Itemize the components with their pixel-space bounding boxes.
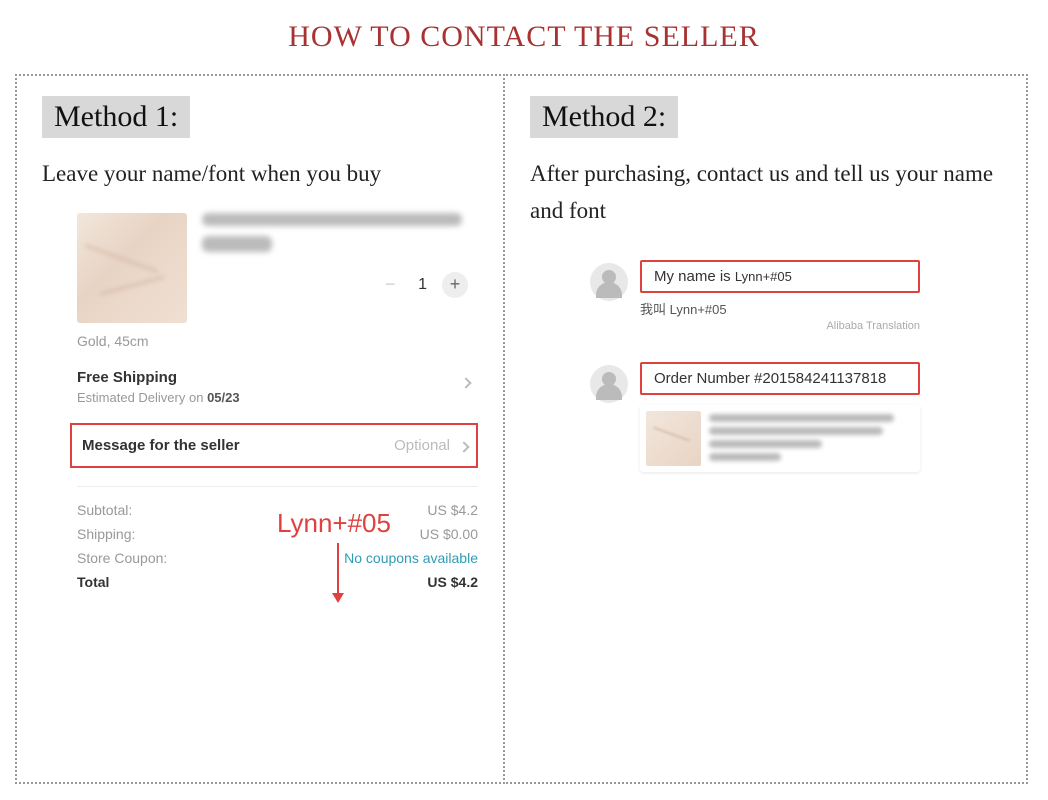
chat-message-2: Order Number #201584241137818 [590, 362, 1001, 472]
product-title-blur [202, 213, 462, 226]
chat-bubble-2: Order Number #201584241137818 [640, 362, 920, 395]
total-row: TotalUS $4.2 [77, 574, 478, 590]
message-label: Message for the seller [82, 437, 240, 454]
method2-label: Method 2: [530, 96, 678, 138]
qty-minus-button[interactable]: − [377, 272, 403, 298]
method1-panel: Method 1: Leave your name/font when you … [15, 74, 505, 784]
method1-label: Method 1: [42, 96, 190, 138]
chat-message-1: My name is Lynn+#05 我叫 Lynn+#05 Alibaba … [590, 260, 1001, 332]
shipping-estimate: Estimated Delivery on 05/23 [77, 390, 478, 405]
method2-panel: Method 2: After purchasing, contact us a… [503, 74, 1028, 784]
avatar-icon [590, 263, 628, 301]
message-for-seller-row[interactable]: Message for the seller Optional [70, 423, 478, 468]
shipping-title: Free Shipping [77, 369, 478, 386]
qty-plus-button[interactable]: + [442, 272, 468, 298]
product-image [77, 213, 187, 323]
chat-bubble-1: My name is Lynn+#05 [640, 260, 920, 293]
order-card [640, 405, 920, 472]
qty-value: 1 [418, 276, 427, 294]
panels: Method 1: Leave your name/font when you … [15, 74, 1033, 784]
order-text-blur [709, 411, 914, 466]
annotation-text: Lynn+#05 [277, 508, 391, 539]
chat-translation: 我叫 Lynn+#05 [640, 299, 920, 318]
product-info: − 1 + [202, 213, 478, 298]
page-title: HOW TO CONTACT THE SELLER [15, 20, 1033, 54]
method1-desc: Leave your name/font when you buy [42, 156, 478, 193]
coupon-row: Store Coupon:No coupons available [77, 550, 478, 566]
translation-source: Alibaba Translation [640, 320, 920, 332]
product-price-blur [202, 236, 272, 252]
divider [77, 486, 478, 487]
chevron-right-icon [458, 441, 469, 452]
totals-block: Subtotal:US $4.2 Shipping:US $0.00 Store… [42, 502, 478, 590]
arrow-down-icon [337, 543, 339, 598]
product-row: − 1 + [42, 213, 478, 323]
avatar-icon [590, 365, 628, 403]
product-variant: Gold, 45cm [42, 333, 478, 349]
method2-desc: After purchasing, contact us and tell us… [530, 156, 1001, 230]
chat-block: My name is Lynn+#05 我叫 Lynn+#05 Alibaba … [530, 260, 1001, 472]
order-thumbnail [646, 411, 701, 466]
shipping-block[interactable]: Free Shipping Estimated Delivery on 05/2… [42, 369, 478, 405]
message-placeholder: Optional [394, 437, 450, 454]
qty-row: − 1 + [202, 272, 478, 298]
